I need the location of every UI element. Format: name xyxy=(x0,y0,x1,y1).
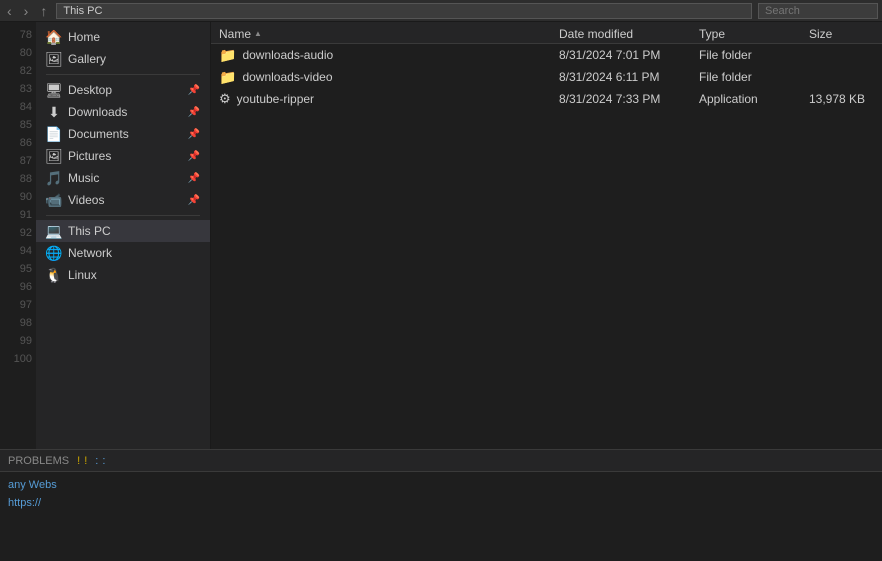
pictures-icon: 🖼 xyxy=(46,148,62,164)
nav-forward-button[interactable]: › xyxy=(21,4,32,18)
music-label: Music xyxy=(68,171,99,185)
linux-icon: 🐧 xyxy=(46,267,62,283)
main-area: 788082838485868788909192949596979899100 … xyxy=(0,22,882,449)
sidebar-item-videos[interactable]: 📹 Videos 📌 xyxy=(36,189,210,211)
file-name-cell: ⚙ youtube-ripper xyxy=(211,91,551,107)
system-section: 💻 This PC 🌐 Network 🐧 Linux xyxy=(36,220,210,286)
network-icon: 🌐 xyxy=(46,245,62,261)
terminal-line-2: https:// xyxy=(8,494,874,512)
sidebar-divider-2 xyxy=(46,215,200,216)
pictures-label: Pictures xyxy=(68,149,111,163)
videos-label: Videos xyxy=(68,193,104,207)
sidebar-item-downloads[interactable]: ⬇ Downloads 📌 xyxy=(36,101,210,123)
music-icon: 🎵 xyxy=(46,170,62,186)
gallery-label: Gallery xyxy=(68,52,106,66)
videos-icon: 📹 xyxy=(46,192,62,208)
file-area: Name ▲ Date modified Type Size 📁 downloa… xyxy=(211,22,882,449)
header-size-label: Size xyxy=(809,27,832,41)
sidebar: 🏠 Home 🖼 Gallery 🖥 Desktop 📌 ⬇ Downloads… xyxy=(36,22,211,449)
folder-icon: 📁 xyxy=(219,69,236,86)
file-name: downloads-video xyxy=(242,70,332,84)
file-name: downloads-audio xyxy=(242,48,333,62)
info-icon-2: : xyxy=(102,455,105,467)
info-icon-1: : xyxy=(95,455,98,467)
downloads-icon: ⬇ xyxy=(46,104,62,120)
error-group-2: : : xyxy=(95,455,105,467)
network-label: Network xyxy=(68,246,112,260)
app-icon: ⚙ xyxy=(219,91,231,107)
file-name-cell: 📁 downloads-video xyxy=(211,69,551,86)
folder-icon: 📁 xyxy=(219,47,236,64)
nav-back-button[interactable]: ‹ xyxy=(4,4,15,18)
desktop-icon: 🖥 xyxy=(46,82,62,98)
pictures-pin-icon: 📌 xyxy=(188,151,200,162)
sidebar-item-home[interactable]: 🏠 Home xyxy=(36,26,210,48)
problems-label: PROBLEMS xyxy=(8,455,69,467)
gallery-icon: 🖼 xyxy=(46,51,62,67)
sidebar-item-desktop[interactable]: 🖥 Desktop 📌 xyxy=(36,79,210,101)
sort-arrow: ▲ xyxy=(254,29,262,38)
file-name: youtube-ripper xyxy=(237,92,314,106)
desktop-pin-icon: 📌 xyxy=(188,85,200,96)
file-size: 13,978 KB xyxy=(801,92,882,106)
file-date: 8/31/2024 6:11 PM xyxy=(551,70,691,84)
pinned-section: 🖥 Desktop 📌 ⬇ Downloads 📌 📄 Documents 📌 … xyxy=(36,79,210,211)
table-row[interactable]: ⚙ youtube-ripper 8/31/2024 7:33 PM Appli… xyxy=(211,88,882,110)
file-name-cell: 📁 downloads-audio xyxy=(211,47,551,64)
header-name[interactable]: Name ▲ xyxy=(211,24,551,43)
sidebar-item-documents[interactable]: 📄 Documents 📌 xyxy=(36,123,210,145)
home-label: Home xyxy=(68,30,100,44)
file-rows-container: 📁 downloads-audio 8/31/2024 7:01 PM File… xyxy=(211,44,882,110)
file-type: File folder xyxy=(691,70,801,84)
file-date: 8/31/2024 7:01 PM xyxy=(551,48,691,62)
header-size[interactable]: Size xyxy=(801,24,882,43)
file-date: 8/31/2024 7:33 PM xyxy=(551,92,691,106)
desktop-label: Desktop xyxy=(68,83,112,97)
toolbar: ‹ › ↑ xyxy=(0,0,882,22)
terminal-line-1: any Webs xyxy=(8,476,874,494)
linux-label: Linux xyxy=(68,268,97,282)
this-pc-label: This PC xyxy=(68,224,111,238)
file-type: Application xyxy=(691,92,801,106)
this-pc-icon: 💻 xyxy=(46,223,62,239)
warning-icon-2: ! xyxy=(84,455,87,467)
problems-bar: PROBLEMS ! ! : : xyxy=(0,449,882,471)
nav-up-button[interactable]: ↑ xyxy=(37,4,50,18)
sidebar-item-pictures[interactable]: 🖼 Pictures 📌 xyxy=(36,145,210,167)
sidebar-item-music[interactable]: 🎵 Music 📌 xyxy=(36,167,210,189)
music-pin-icon: 📌 xyxy=(188,173,200,184)
documents-icon: 📄 xyxy=(46,126,62,142)
sidebar-item-network[interactable]: 🌐 Network xyxy=(36,242,210,264)
table-row[interactable]: 📁 downloads-audio 8/31/2024 7:01 PM File… xyxy=(211,44,882,66)
header-date-label: Date modified xyxy=(559,27,633,41)
sidebar-divider-1 xyxy=(46,74,200,75)
sidebar-item-linux[interactable]: 🐧 Linux xyxy=(36,264,210,286)
header-type[interactable]: Type xyxy=(691,24,801,43)
sidebar-item-gallery[interactable]: 🖼 Gallery xyxy=(36,48,210,70)
downloads-pin-icon: 📌 xyxy=(188,107,200,118)
file-list-header: Name ▲ Date modified Type Size xyxy=(211,22,882,44)
warning-icon-1: ! xyxy=(77,455,80,467)
documents-label: Documents xyxy=(68,127,129,141)
address-bar[interactable] xyxy=(56,3,752,19)
error-group-1: ! ! xyxy=(77,455,87,467)
quick-access-section: 🏠 Home 🖼 Gallery xyxy=(36,26,210,70)
sidebar-item-this-pc[interactable]: 💻 This PC xyxy=(36,220,210,242)
header-name-label: Name xyxy=(219,27,251,41)
file-type: File folder xyxy=(691,48,801,62)
search-input[interactable] xyxy=(758,3,878,19)
documents-pin-icon: 📌 xyxy=(188,129,200,140)
terminal-url: https:// xyxy=(8,494,41,512)
table-row[interactable]: 📁 downloads-video 8/31/2024 6:11 PM File… xyxy=(211,66,882,88)
terminal-text-1: any Webs xyxy=(8,476,57,494)
terminal-area: any Webs https:// xyxy=(0,471,882,561)
line-numbers: 788082838485868788909192949596979899100 xyxy=(0,22,36,449)
header-date[interactable]: Date modified xyxy=(551,24,691,43)
videos-pin-icon: 📌 xyxy=(188,195,200,206)
header-type-label: Type xyxy=(699,27,725,41)
downloads-label: Downloads xyxy=(68,105,127,119)
home-icon: 🏠 xyxy=(46,29,62,45)
bottom-area: PROBLEMS ! ! : : any Webs https:// xyxy=(0,449,882,561)
